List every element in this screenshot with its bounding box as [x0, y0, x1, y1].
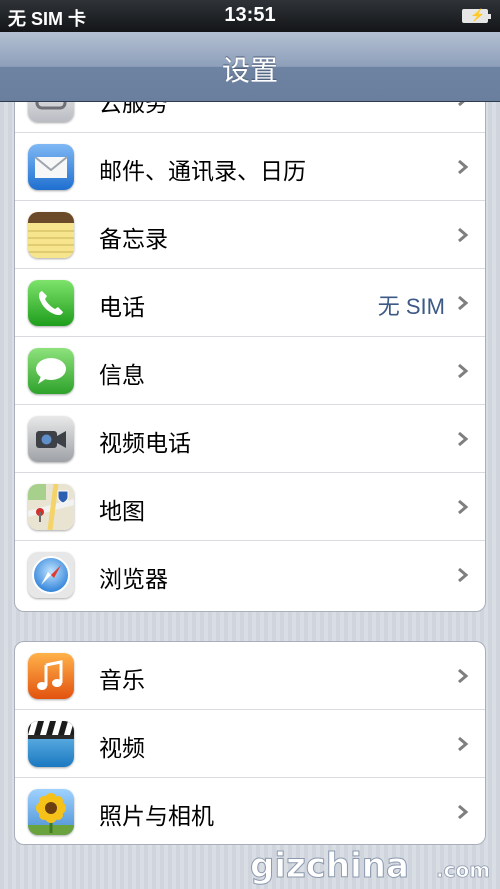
settings-row-videos[interactable]: 视频 — [15, 710, 485, 778]
chevron-right-icon — [457, 228, 469, 242]
settings-row-label: 视频 — [99, 736, 145, 762]
chevron-right-icon — [457, 364, 469, 378]
settings-row-browser[interactable]: 浏览器 — [15, 541, 485, 609]
settings-row-label: 音乐 — [99, 668, 145, 694]
facetime-icon — [28, 416, 74, 462]
settings-row-phone[interactable]: 电话 无 SIM — [15, 269, 485, 337]
settings-group-media: 音乐 视频 照片与相机 — [14, 641, 486, 845]
settings-row-messages[interactable]: 信息 — [15, 337, 485, 405]
chevron-right-icon — [457, 805, 469, 819]
settings-row-label: 电话 — [99, 295, 145, 321]
videos-icon — [28, 721, 74, 767]
notes-icon — [28, 212, 74, 258]
settings-row-mail[interactable]: 邮件、通讯录、日历 — [15, 133, 485, 201]
maps-icon — [28, 484, 74, 530]
music-icon — [28, 653, 74, 699]
chevron-right-icon — [457, 432, 469, 446]
settings-row-label: 地图 — [99, 499, 145, 525]
settings-row-label: 照片与相机 — [99, 804, 214, 830]
chevron-right-icon — [457, 737, 469, 751]
status-bar: 无 SIM 卡 13:51 ⚡ — [0, 0, 500, 32]
settings-row-facetime[interactable]: 视频电话 — [15, 405, 485, 473]
chevron-right-icon — [457, 160, 469, 174]
phone-icon — [28, 280, 74, 326]
settings-row-photos[interactable]: 照片与相机 — [15, 778, 485, 844]
messages-icon — [28, 348, 74, 394]
mail-icon — [28, 144, 74, 190]
page-title: 设置 — [221, 54, 278, 87]
settings-row-label: 信息 — [99, 363, 145, 389]
chevron-right-icon — [457, 568, 469, 582]
settings-row-notes[interactable]: 备忘录 — [15, 201, 485, 269]
watermark-logo: gizchina .com — [250, 846, 490, 886]
chevron-right-icon — [457, 500, 469, 514]
settings-row-maps[interactable]: 地图 — [15, 473, 485, 541]
photos-icon — [28, 789, 74, 835]
settings-row-label: 邮件、通讯录、日历 — [99, 159, 306, 185]
settings-row-label: 备忘录 — [99, 227, 168, 253]
clock: 13:51 — [224, 4, 276, 26]
settings-row-label: 视频电话 — [99, 431, 191, 457]
watermark-suffix: .com — [436, 858, 490, 882]
chevron-right-icon — [457, 296, 469, 310]
safari-icon — [28, 552, 74, 598]
chevron-right-icon — [457, 669, 469, 683]
sim-status-value: 无 SIM — [377, 294, 445, 319]
settings-group-apps: 云服务 邮件、通讯录、日历 备忘录 电话 无 SIM 信息 视频电话 地图 浏览… — [14, 64, 486, 612]
navigation-bar: 设置 — [0, 32, 500, 102]
settings-row-music[interactable]: 音乐 — [15, 642, 485, 710]
battery-icon: ⚡ — [462, 8, 491, 23]
settings-row-label: 浏览器 — [99, 567, 168, 593]
watermark-text: gizchina — [250, 846, 409, 885]
